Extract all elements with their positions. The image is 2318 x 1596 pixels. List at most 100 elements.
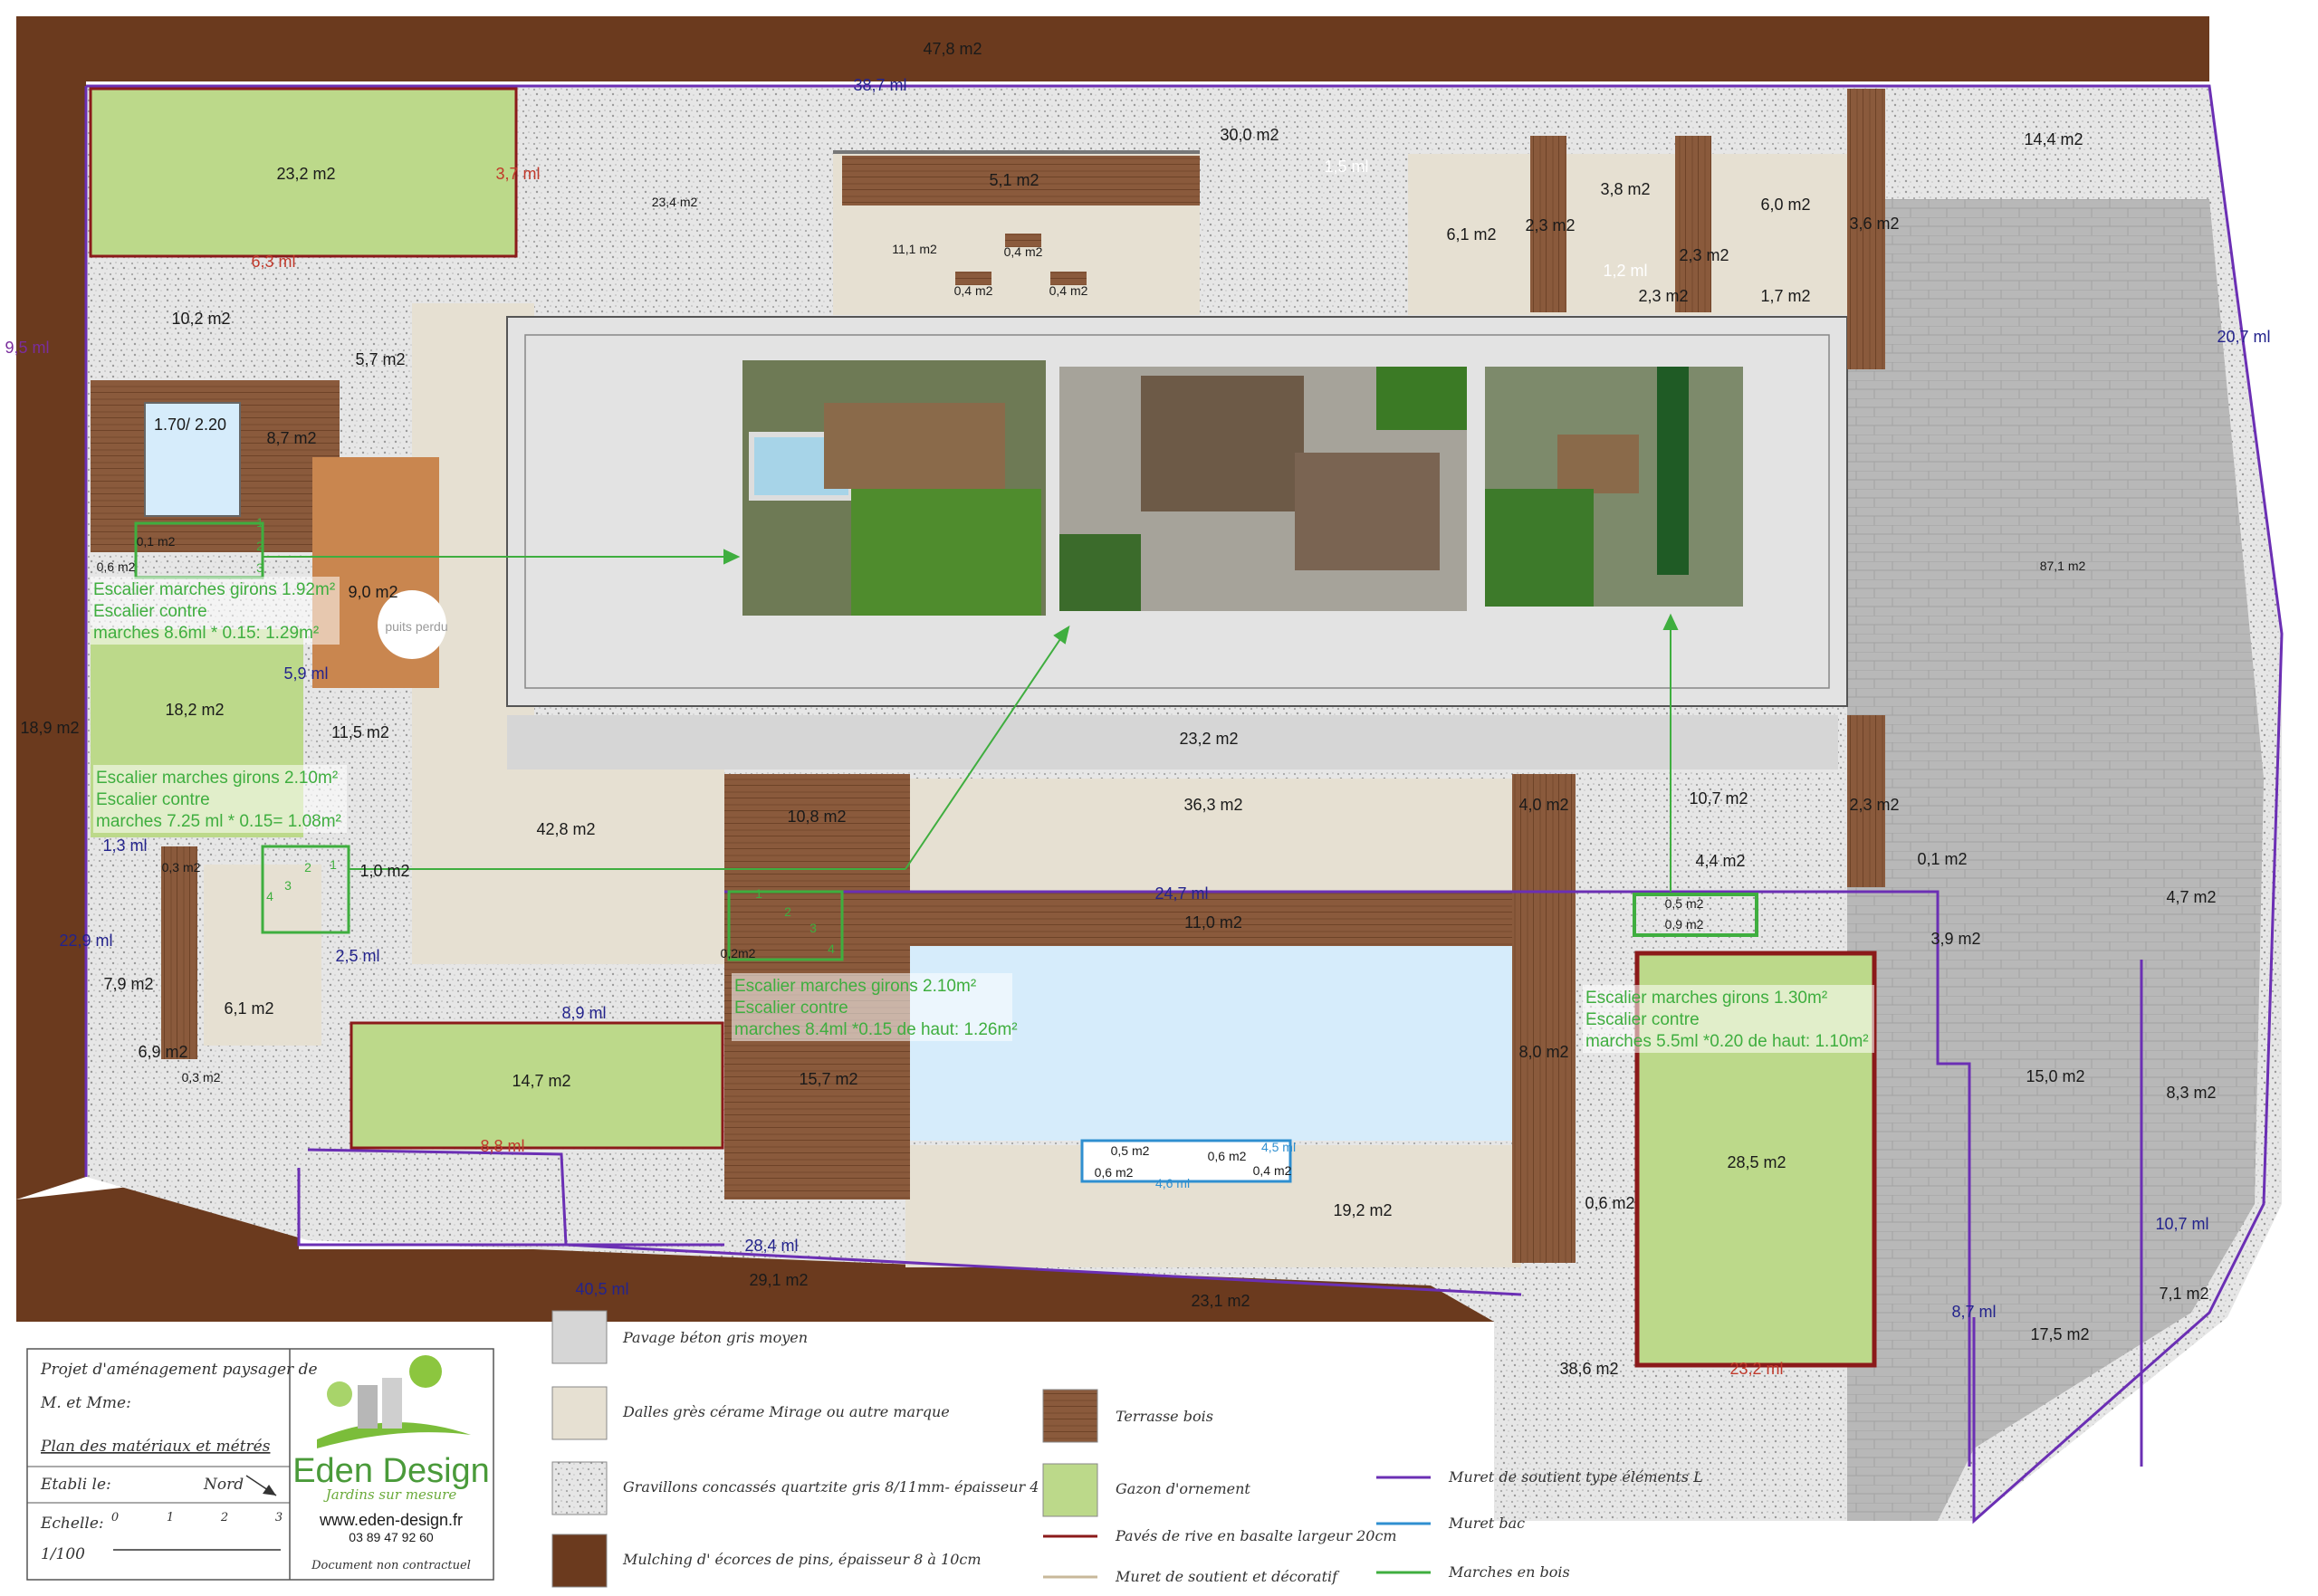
length-label: 24,7 ml xyxy=(1154,884,1208,903)
area-label: 0,4 m2 xyxy=(954,283,993,298)
note-line: Escalier contre xyxy=(93,602,207,621)
mulch-border-left xyxy=(16,81,86,1199)
scale-tick: 3 xyxy=(275,1511,283,1524)
area-label: 3,8 m2 xyxy=(1600,180,1650,198)
note-line: Escalier marches girons 1.92m² xyxy=(93,580,335,599)
area-label: 3,9 m2 xyxy=(1930,930,1980,948)
website[interactable]: www.eden-design.fr xyxy=(319,1511,463,1529)
step-number: 2 xyxy=(304,860,311,874)
area-label: 0,4 m2 xyxy=(1004,244,1043,259)
step-number: 3 xyxy=(809,921,817,935)
legend-label: Pavés de rive en basalte largeur 20cm xyxy=(1115,1527,1397,1544)
logo-text: Eden Design xyxy=(292,1452,490,1490)
concrete-terrace-north xyxy=(507,715,1838,769)
area-label: 15,7 m2 xyxy=(799,1070,857,1088)
area-label: 18,9 m2 xyxy=(20,719,79,737)
legend-swatch-tile xyxy=(551,1386,608,1440)
step-number: 4 xyxy=(828,941,835,956)
length-label: 8,8 ml xyxy=(480,1137,524,1155)
logo-tagline: Jardins sur mesure xyxy=(323,1486,457,1503)
area-label: 0,3 m2 xyxy=(182,1070,221,1085)
step-number: 1 xyxy=(256,515,263,530)
length-label: 22,9 ml xyxy=(59,932,112,950)
length-label: 9,5 ml xyxy=(5,339,49,357)
legend-label: Gravillons concassés quartzite gris 8/11… xyxy=(623,1478,1093,1496)
length-label: 10,7 ml xyxy=(2155,1215,2208,1233)
legend-swatch-mulch xyxy=(551,1534,608,1588)
length-label: 8,9 ml xyxy=(561,1004,606,1022)
photo-garden-bench xyxy=(1485,367,1743,607)
photo-wooden-steps xyxy=(1059,367,1467,611)
legend-label: Marches en bois xyxy=(1448,1563,1570,1581)
deck-pool-east xyxy=(1512,774,1576,1263)
area-label: 8,3 m2 xyxy=(2166,1084,2216,1102)
area-label: 42,8 m2 xyxy=(536,820,595,838)
area-label: 2,3 m2 xyxy=(1525,216,1575,234)
area-label: 28,5 m2 xyxy=(1727,1153,1786,1171)
area-label: 29,1 m2 xyxy=(749,1271,808,1289)
note-line: marches 8.4ml *0.15 de haut: 1.26m² xyxy=(734,1020,1018,1039)
legend-label: Gazon d'ornement xyxy=(1116,1480,1250,1497)
area-label: 5,7 m2 xyxy=(355,350,405,368)
area-label: 18,2 m2 xyxy=(165,701,224,719)
disclaimer: Document non contractuel xyxy=(311,1559,471,1572)
area-label: 0,6 m2 xyxy=(97,559,136,574)
stair-note-2: Escalier marches girons 2.10m² Escalier … xyxy=(93,765,347,833)
area-label: 2,3 m2 xyxy=(1638,287,1688,305)
mulch-border-top xyxy=(16,16,2209,81)
area-label: 0,3 m2 xyxy=(162,860,201,874)
photo-jacuzzi-deck xyxy=(742,360,1046,616)
area-label: 23,2 m2 xyxy=(276,165,335,183)
legend-label: Muret de soutient type éléments L xyxy=(1448,1468,1703,1486)
area-label: 10,7 m2 xyxy=(1689,789,1748,808)
area-label: 23,2 m2 xyxy=(1179,730,1238,748)
scale-tick: 0 xyxy=(111,1511,119,1524)
area-label: 10,2 m2 xyxy=(171,310,230,328)
step-number: 4 xyxy=(266,889,273,903)
area-label: 5,1 m2 xyxy=(989,171,1039,189)
area-label: 0,4 m2 xyxy=(1049,283,1088,298)
area-label: 0,6 m2 xyxy=(1585,1194,1634,1212)
area-label: 9,0 m2 xyxy=(348,583,398,601)
length-label: 3,7 ml xyxy=(495,165,540,183)
step-number: 1 xyxy=(330,857,337,872)
puits-perdu-label: puits perdu xyxy=(385,619,447,634)
note-line: Escalier marches girons 1.30m² xyxy=(1585,989,1827,1008)
area-label: 0,5 m2 xyxy=(1111,1143,1150,1158)
date-label: Etabli le: xyxy=(40,1476,111,1494)
area-label: 0,6 m2 xyxy=(1095,1165,1134,1180)
note-line: marches 8.6ml * 0.15: 1.29m² xyxy=(93,624,319,643)
area-label: 7,1 m2 xyxy=(2159,1285,2208,1303)
step-number: 3 xyxy=(256,560,263,575)
area-label: 6,0 m2 xyxy=(1760,196,1810,214)
note-line: Escalier marches girons 2.10m² xyxy=(734,977,976,996)
step-number: 2 xyxy=(256,539,263,553)
area-label: 30,0 m2 xyxy=(1220,126,1279,144)
area-label: 7,9 m2 xyxy=(103,975,153,993)
scale-label: Echelle: xyxy=(40,1515,104,1533)
length-label: 5,9 ml xyxy=(283,664,328,683)
plan-name: Plan des matériaux et métrés xyxy=(40,1438,271,1456)
scale-ratio: 1/100 xyxy=(41,1545,85,1563)
step-number: 3 xyxy=(284,878,292,893)
area-label: 23,4 m2 xyxy=(652,195,698,209)
step-number: 1 xyxy=(755,886,762,901)
area-label: 6,9 m2 xyxy=(138,1043,187,1061)
area-label: 23,1 m2 xyxy=(1191,1292,1250,1310)
area-label: 14,7 m2 xyxy=(512,1072,570,1090)
area-label: 87,1 m2 xyxy=(2040,559,2086,573)
note-line: Escalier contre xyxy=(734,999,848,1018)
area-label: 36,3 m2 xyxy=(1183,796,1242,814)
phone: 03 89 47 92 60 xyxy=(349,1530,434,1544)
length-label: 23,2 ml xyxy=(1729,1360,1783,1378)
area-label: 11,5 m2 xyxy=(331,723,389,741)
note-line: Escalier contre xyxy=(96,790,210,809)
area-label: 4,4 m2 xyxy=(1695,852,1745,870)
area-label: 15,0 m2 xyxy=(2026,1067,2084,1085)
note-line: marches 7.25 ml * 0.15= 1.08m² xyxy=(96,812,341,831)
area-label: 11,0 m2 xyxy=(1184,913,1242,932)
area-label: 6,1 m2 xyxy=(1446,225,1496,244)
area-label: 0,1 m2 xyxy=(1917,850,1967,868)
area-label: 0,6 m2 xyxy=(1208,1149,1247,1163)
area-label: 38,6 m2 xyxy=(1559,1360,1618,1378)
